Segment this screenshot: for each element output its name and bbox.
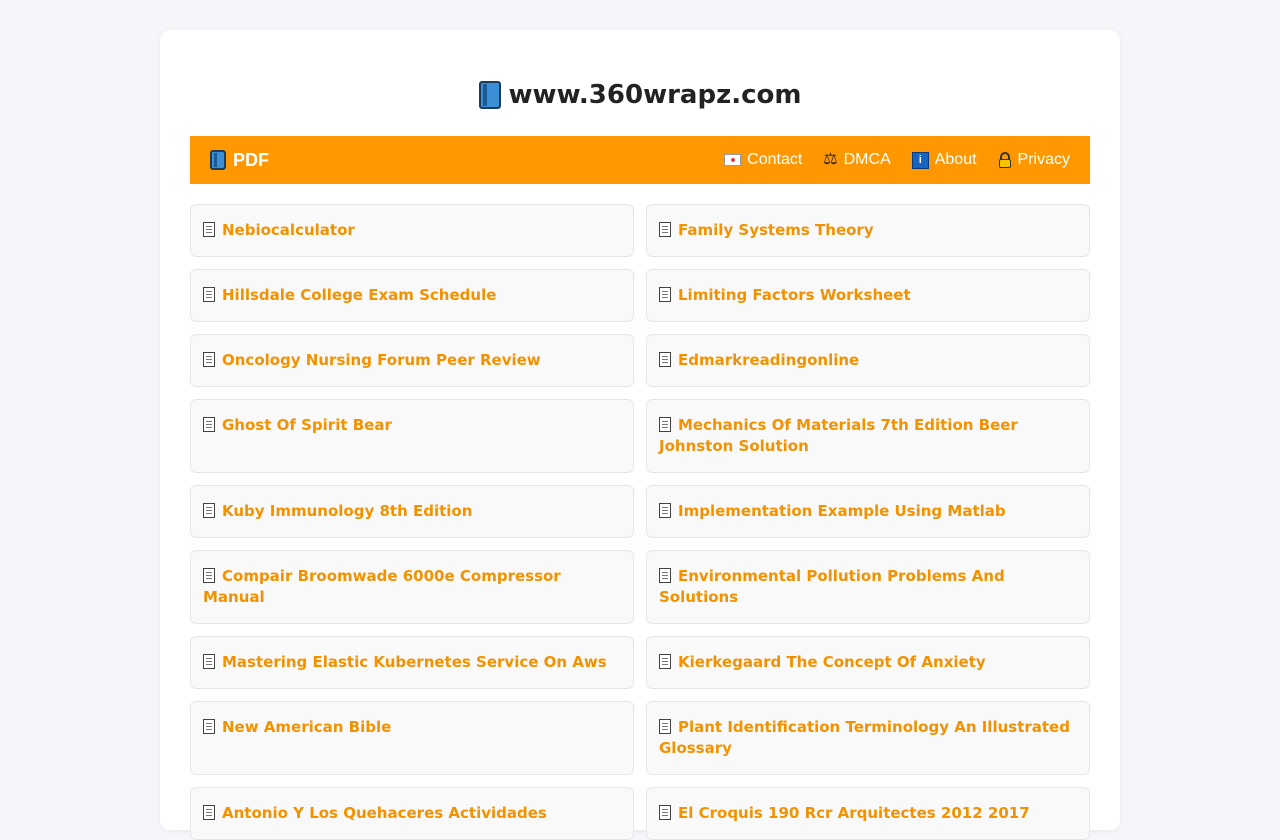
navbar: PDF Contact ⚖ DMCA i About Privacy [190,136,1090,184]
document-link[interactable]: Oncology Nursing Forum Peer Review [222,351,541,369]
scales-icon: ⚖ [823,151,838,168]
document-icon [203,568,215,583]
list-item: Kierkegaard The Concept Of Anxiety [646,636,1090,689]
nav-link-label: DMCA [843,151,891,168]
document-icon [203,654,215,669]
list-item: Limiting Factors Worksheet [646,269,1090,322]
document-link[interactable]: Environmental Pollution Problems And Sol… [659,567,1005,606]
list-item: El Croquis 190 Rcr Arquitectes 2012 2017 [646,787,1090,840]
nav-link-dmca[interactable]: ⚖ DMCA [823,151,890,169]
document-icon [659,503,671,518]
list-item: Environmental Pollution Problems And Sol… [646,550,1090,624]
document-icon [203,503,215,518]
document-link[interactable]: Compair Broomwade 6000e Compressor Manua… [203,567,561,606]
document-icon [203,352,215,367]
list-item: Mastering Elastic Kubernetes Service On … [190,636,634,689]
list-item: Plant Identification Terminology An Illu… [646,701,1090,775]
document-link[interactable]: Limiting Factors Worksheet [678,286,911,304]
nav-link-label: Privacy [1017,151,1070,168]
document-link[interactable]: Mechanics Of Materials 7th Edition Beer … [659,416,1018,455]
list-item: Antonio Y Los Quehaceres Actividades [190,787,634,840]
lock-icon [998,152,1012,168]
nav-link-label: Contact [747,151,803,168]
document-icon [659,568,671,583]
document-link[interactable]: Mastering Elastic Kubernetes Service On … [222,653,607,671]
document-icon [659,805,671,820]
list-item: Edmarkreadingonline [646,334,1090,387]
brand-label: PDF [233,149,269,170]
site-header: www.360wrapz.com [0,80,1280,110]
document-link[interactable]: Nebiocalculator [222,221,355,239]
document-icon [659,719,671,734]
nav-link-label: About [934,151,977,168]
list-item: New American Bible [190,701,634,775]
envelope-icon [724,154,742,166]
list-item: Kuby Immunology 8th Edition [190,485,634,538]
list-item: Hillsdale College Exam Schedule [190,269,634,322]
document-link[interactable]: Antonio Y Los Quehaceres Actividades [222,804,547,822]
document-icon [659,287,671,302]
nav-links: Contact ⚖ DMCA i About Privacy [724,151,1070,169]
document-icon [203,222,215,237]
document-list: Nebiocalculator Family Systems Theory Hi… [190,204,1090,840]
info-icon: i [911,151,929,169]
book-icon [478,81,501,109]
list-item: Implementation Example Using Matlab [646,485,1090,538]
document-icon [659,417,671,432]
nav-link-privacy[interactable]: Privacy [998,151,1070,169]
list-item: Family Systems Theory [646,204,1090,257]
document-link[interactable]: El Croquis 190 Rcr Arquitectes 2012 2017 [678,804,1030,822]
document-icon [203,287,215,302]
nav-link-about[interactable]: i About [911,151,977,169]
book-icon [210,150,226,170]
list-item: Compair Broomwade 6000e Compressor Manua… [190,550,634,624]
document-link[interactable]: Hillsdale College Exam Schedule [222,286,496,304]
document-icon [659,654,671,669]
document-icon [203,805,215,820]
document-link[interactable]: Ghost Of Spirit Bear [222,416,392,434]
document-icon [659,222,671,237]
list-item: Ghost Of Spirit Bear [190,399,634,473]
document-link[interactable]: Plant Identification Terminology An Illu… [659,718,1070,757]
document-link[interactable]: Family Systems Theory [678,221,874,239]
document-icon [659,352,671,367]
document-icon [203,417,215,432]
nav-link-contact[interactable]: Contact [724,151,802,169]
list-item: Oncology Nursing Forum Peer Review [190,334,634,387]
document-link[interactable]: Implementation Example Using Matlab [678,502,1006,520]
document-link[interactable]: Edmarkreadingonline [678,351,859,369]
brand-link[interactable]: PDF [210,150,269,171]
document-icon [203,719,215,734]
document-link[interactable]: New American Bible [222,718,391,736]
list-item: Mechanics Of Materials 7th Edition Beer … [646,399,1090,473]
document-link[interactable]: Kuby Immunology 8th Edition [222,502,472,520]
document-link[interactable]: Kierkegaard The Concept Of Anxiety [678,653,986,671]
list-item: Nebiocalculator [190,204,634,257]
site-title: www.360wrapz.com [508,80,802,110]
